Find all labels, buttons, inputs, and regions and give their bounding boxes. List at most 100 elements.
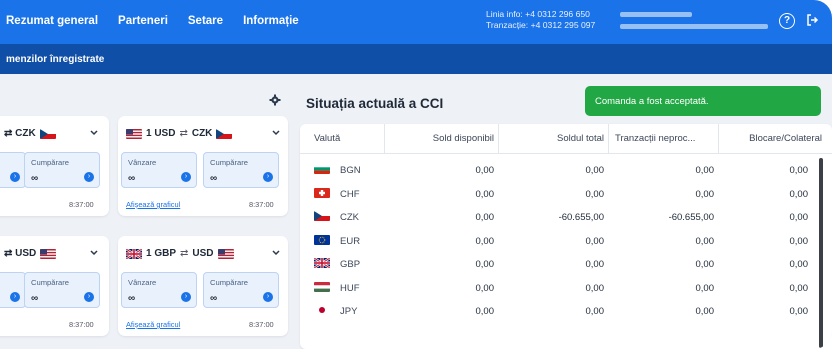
cz-flag-icon xyxy=(39,128,56,139)
row-blocked: 0,00 xyxy=(789,212,809,223)
sell-quote[interactable]: › xyxy=(0,152,26,188)
table-row[interactable]: JPY 0,00 0,00 0,00 0,00 xyxy=(300,299,816,323)
card-pair[interactable]: ⇄ CZK xyxy=(4,128,56,139)
card-pair[interactable]: ⇄ USD xyxy=(4,248,57,259)
pair-currency: ⇄ CZK xyxy=(4,128,36,139)
us-flag-icon xyxy=(217,248,234,259)
help-icon[interactable]: ? xyxy=(779,13,795,29)
us-flag-icon xyxy=(40,248,57,259)
chevron-down-icon[interactable] xyxy=(272,248,280,258)
nav-settings[interactable]: Setare xyxy=(188,15,223,27)
buy-label: Cumpărare xyxy=(210,158,248,167)
nav-partners[interactable]: Parteneri xyxy=(118,15,168,27)
contact-info: Linia info: +4 0312 296 650 Tranzacție: … xyxy=(486,9,595,31)
ch-flag-icon xyxy=(314,187,330,198)
chevron-down-icon[interactable] xyxy=(90,128,98,138)
row-blocked: 0,00 xyxy=(789,306,809,317)
sell-quote[interactable]: Vânzare ∞ › xyxy=(121,272,197,308)
row-blocked: 0,00 xyxy=(789,165,809,176)
row-total: 0,00 xyxy=(585,235,605,247)
col-blocked[interactable]: Blocare/Colateral xyxy=(718,124,826,154)
redacted-info xyxy=(620,24,768,29)
table-row[interactable]: HUF 0,00 0,00 0,00 0,00 xyxy=(300,276,816,300)
row-total: -60.655,00 xyxy=(558,212,604,223)
app-frame: Rezumat general Parteneri Setare Informa… xyxy=(0,0,832,349)
row-currency: CHF xyxy=(340,188,360,200)
balances-table: Valută Sold disponibil Soldul total Tran… xyxy=(300,124,832,349)
scrollbar[interactable] xyxy=(819,158,823,348)
table-row[interactable]: CHF 0,00 0,00 0,00 0,00 xyxy=(300,182,816,206)
sell-quote[interactable]: › xyxy=(0,272,26,308)
row-pending: -60.655,00 xyxy=(668,212,714,223)
row-pending: 0,00 xyxy=(695,306,715,317)
buy-quote[interactable]: Cumpărare ∞ › xyxy=(203,152,279,188)
arrow-right-icon[interactable]: › xyxy=(10,292,20,302)
sell-value: ∞ xyxy=(128,293,136,304)
sell-label: Vânzare xyxy=(128,158,157,167)
row-currency: EUR xyxy=(340,235,361,247)
buy-value: ∞ xyxy=(210,293,218,304)
row-available: 0,00 xyxy=(475,188,495,200)
bg-flag-icon xyxy=(314,164,330,174)
arrow-right-icon[interactable]: › xyxy=(181,172,191,182)
top-bar: Rezumat general Parteneri Setare Informa… xyxy=(0,0,832,44)
row-available: 0,00 xyxy=(475,282,495,294)
sell-value: ∞ xyxy=(128,173,136,184)
gb-flag-icon xyxy=(126,248,142,259)
cz-flag-icon xyxy=(314,211,330,221)
buy-quote[interactable]: Cumpărare ∞ › xyxy=(24,272,100,308)
row-blocked: 0,00 xyxy=(789,235,809,247)
rate-card: ⇄ CZK › Cumpărare ∞ › 8:37:00 xyxy=(0,116,109,216)
buy-quote[interactable]: Cumpărare ∞ › xyxy=(24,152,100,188)
card-pair[interactable]: 1 USD ⇄ CZK xyxy=(126,128,233,139)
buy-label: Cumpărare xyxy=(31,158,69,167)
success-toast: Comanda a fost acceptată. xyxy=(585,86,821,116)
rate-time: 8:37:00 xyxy=(249,320,274,329)
rate-time: 8:37:00 xyxy=(69,200,94,209)
buy-quote[interactable]: Cumpărare ∞ › xyxy=(203,272,279,308)
rate-card: ⇄ USD › Cumpărare ∞ › 8:37:00 xyxy=(0,236,109,336)
gear-icon[interactable] xyxy=(269,94,281,109)
table-row[interactable]: CZK 0,00 -60.655,00 -60.655,00 0,00 xyxy=(300,205,816,229)
logout-icon[interactable] xyxy=(805,13,821,29)
table-row[interactable]: BGN 0,00 0,00 0,00 0,00 xyxy=(300,158,816,182)
swap-icon: ⇄ xyxy=(179,128,188,139)
arrow-right-icon[interactable]: › xyxy=(10,172,20,182)
contact-transaction-line: Tranzacție: +4 0312 295 097 xyxy=(486,20,596,30)
rate-card: 1 GBP ⇄ USD Vânzare ∞ › Cumpărare ∞ › Af… xyxy=(118,236,288,336)
table-row[interactable]: EUR 0,00 0,00 0,00 0,00 xyxy=(300,229,816,253)
col-pending[interactable]: Tranzacții neproc... xyxy=(608,124,718,154)
buy-value: ∞ xyxy=(210,173,218,184)
row-available: 0,00 xyxy=(475,165,495,176)
row-currency: GBP xyxy=(340,259,361,270)
table-row[interactable]: GBP 0,00 0,00 0,00 0,00 xyxy=(300,252,816,276)
col-total[interactable]: Soldul total xyxy=(498,124,608,154)
hu-flag-icon xyxy=(314,281,330,292)
arrow-right-icon[interactable]: › xyxy=(84,172,94,182)
buy-value: ∞ xyxy=(31,293,39,304)
col-available[interactable]: Sold disponibil xyxy=(384,124,498,154)
nav-summary[interactable]: Rezumat general xyxy=(6,15,98,27)
arrow-right-icon[interactable]: › xyxy=(181,292,191,302)
arrow-right-icon[interactable]: › xyxy=(263,292,273,302)
pair-from: 1 GBP xyxy=(146,248,177,259)
pair-from: 1 USD xyxy=(146,128,176,139)
row-pending: 0,00 xyxy=(695,165,715,176)
rate-time: 8:37:00 xyxy=(69,320,94,329)
row-currency: CZK xyxy=(340,212,359,223)
row-total: 0,00 xyxy=(585,188,605,200)
redacted-info xyxy=(620,12,692,17)
col-currency[interactable]: Valută xyxy=(314,124,340,154)
chevron-down-icon[interactable] xyxy=(272,128,280,138)
pair-to: USD xyxy=(192,248,214,259)
chevron-down-icon[interactable] xyxy=(90,248,98,258)
pair-currency: ⇄ USD xyxy=(4,248,37,259)
arrow-right-icon[interactable]: › xyxy=(263,172,273,182)
sell-quote[interactable]: Vânzare ∞ › xyxy=(121,152,197,188)
show-chart-link[interactable]: Afișează graficul xyxy=(126,200,180,209)
nav-information[interactable]: Informație xyxy=(243,15,299,27)
show-chart-link[interactable]: Afișează graficul xyxy=(126,320,180,329)
row-pending: 0,00 xyxy=(695,235,715,247)
card-pair[interactable]: 1 GBP ⇄ USD xyxy=(126,248,234,259)
arrow-right-icon[interactable]: › xyxy=(84,292,94,302)
